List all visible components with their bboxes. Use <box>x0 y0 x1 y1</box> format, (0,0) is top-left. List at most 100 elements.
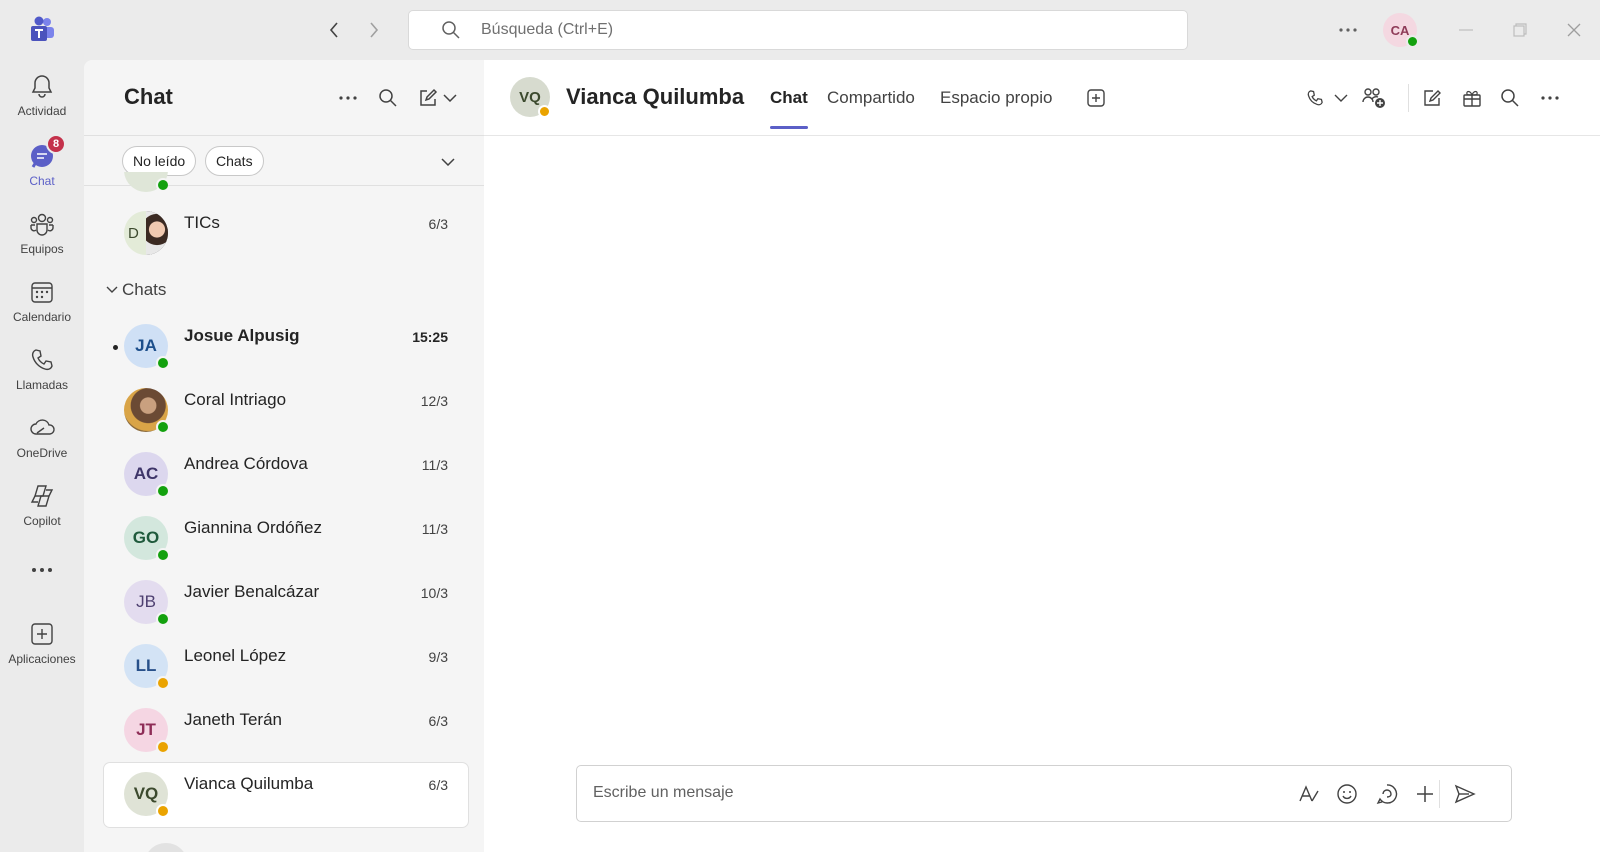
list-item-coral-intriago[interactable]: Coral Intriago 12/3 <box>104 379 468 443</box>
message-composer[interactable]: Escribe un mensaje <box>576 765 1512 822</box>
composer-placeholder: Escribe un mensaje <box>593 784 734 801</box>
more-apps-button[interactable] <box>0 560 84 590</box>
rail-item-aplicaciones[interactable]: Aplicaciones <box>0 614 84 678</box>
chat-time: 9/3 <box>428 649 448 665</box>
chat-name: Vianca Quilumba <box>184 774 314 793</box>
avatar-initials: LL <box>135 656 157 675</box>
rail-label: Calendario <box>12 310 72 324</box>
active-tab-indicator <box>770 126 808 129</box>
list-item-tics[interactable]: D TICs 6/3 <box>104 202 468 266</box>
avatar-initials: VQ <box>519 88 541 106</box>
chat-list-pane: Chat No leído Chats D TICs 6/3 Chats JA … <box>84 60 484 852</box>
list-item-vianca-quilumba[interactable]: VQ Vianca Quilumba 6/3 <box>104 763 468 827</box>
format-text-icon[interactable] <box>1295 780 1323 808</box>
rail-label: OneDrive <box>16 446 68 460</box>
section-label: Chats <box>122 280 167 299</box>
presence-available-icon <box>1406 35 1419 48</box>
restore-icon[interactable] <box>1508 18 1532 42</box>
presence-away-icon <box>156 740 170 754</box>
avatar-initials: JT <box>136 720 156 739</box>
avatar-initials: JB <box>136 592 156 611</box>
send-icon[interactable] <box>1451 780 1479 808</box>
chevron-down-icon <box>106 286 118 293</box>
rail-item-copilot[interactable]: Copilot <box>0 476 84 540</box>
attach-plus-icon[interactable] <box>1411 780 1439 808</box>
chat-list-header: Chat <box>84 60 484 136</box>
search-input[interactable]: Búsqueda (Ctrl+E) <box>408 10 1188 50</box>
loop-component-icon[interactable] <box>1373 780 1401 808</box>
list-item-giannina-ordonez[interactable]: GO Giannina Ordóñez 11/3 <box>104 507 468 571</box>
rail-label: Actividad <box>17 104 67 118</box>
chat-name: Andrea Córdova <box>184 454 308 473</box>
rail-item-actividad[interactable]: Actividad <box>0 66 84 130</box>
list-search-icon[interactable] <box>374 84 402 112</box>
tab-chat[interactable]: Chat <box>770 88 808 108</box>
minimize-icon[interactable] <box>1454 18 1478 42</box>
list-item-janeth-teran[interactable]: JT Janeth Terán 6/3 <box>104 699 468 763</box>
rail-item-chat[interactable]: 8 Chat <box>0 134 84 200</box>
list-item-javier-benalcazar[interactable]: JB Javier Benalcázar 10/3 <box>104 571 468 635</box>
rail-item-llamadas[interactable]: Llamadas <box>0 340 84 404</box>
filter-chats-pill[interactable]: Chats <box>205 146 264 176</box>
back-arrow-icon[interactable] <box>322 18 346 42</box>
chat-name: Coral Intriago <box>184 390 287 409</box>
title-bar: Búsqueda (Ctrl+E) CA <box>0 0 1600 60</box>
tab-espacio-propio[interactable]: Espacio propio <box>940 88 1052 108</box>
list-item-partial[interactable] <box>144 843 188 852</box>
bell-icon <box>28 72 56 100</box>
user-avatar[interactable]: CA <box>1383 13 1419 48</box>
more-options-icon[interactable] <box>1336 18 1360 42</box>
conversation-more-options-icon[interactable] <box>1536 84 1564 112</box>
call-chevron-down-icon[interactable] <box>1327 84 1355 112</box>
conversation-header: VQ Vianca Quilumba Chat Compartido Espac… <box>484 60 1600 136</box>
edit-note-icon[interactable] <box>1418 84 1446 112</box>
section-header-chats[interactable]: Chats <box>106 280 166 300</box>
avatar-initials: GO <box>132 528 160 547</box>
tab-compartido[interactable]: Compartido <box>827 88 915 108</box>
add-people-icon[interactable] <box>1360 84 1388 112</box>
teams-icon <box>28 210 56 238</box>
rail-item-onedrive[interactable]: OneDrive <box>0 408 84 472</box>
user-initials: CA <box>1390 22 1410 38</box>
list-item-andrea-cordova[interactable]: AC Andrea Córdova 11/3 <box>104 443 468 507</box>
presence-available-icon <box>156 484 170 498</box>
chat-name: Josue Alpusig <box>184 326 300 345</box>
close-icon[interactable] <box>1562 18 1586 42</box>
chat-name: Janeth Terán <box>184 710 282 729</box>
avatar-initials: JA <box>135 336 157 355</box>
presence-available-icon <box>156 548 170 562</box>
list-item-partial[interactable] <box>124 172 168 192</box>
rail-label: Chat <box>29 174 55 188</box>
call-icon[interactable] <box>1301 84 1329 112</box>
list-item-josue-alpusig[interactable]: JA Josue Alpusig 15:25 <box>104 315 468 379</box>
copilot-icon <box>28 482 56 510</box>
list-more-options-icon[interactable] <box>334 84 362 112</box>
presence-available-icon <box>156 356 170 370</box>
filter-chevron-down-icon[interactable] <box>436 150 460 174</box>
composer-divider <box>1439 780 1440 808</box>
chat-name: Giannina Ordóñez <box>184 518 322 537</box>
avatar-initials: VQ <box>133 784 159 803</box>
calendar-icon <box>28 278 56 306</box>
conversation-title[interactable]: Vianca Quilumba <box>566 84 744 110</box>
chat-name: TICs <box>184 213 220 232</box>
add-tab-icon[interactable] <box>1082 84 1110 112</box>
presence-away-icon <box>156 676 170 690</box>
avatar-initials: AC <box>133 464 159 483</box>
new-chat-chevron-down-icon[interactable] <box>436 84 464 112</box>
apps-gift-icon[interactable] <box>1458 84 1486 112</box>
list-item-leonel-lopez[interactable]: LL Leonel López 9/3 <box>104 635 468 699</box>
chat-time: 11/3 <box>421 457 448 473</box>
cloud-icon <box>28 414 56 442</box>
group-avatar: D <box>124 211 168 255</box>
rail-item-calendario[interactable]: Calendario <box>0 272 84 336</box>
conversation-search-icon[interactable] <box>1496 84 1524 112</box>
rail-label: Llamadas <box>15 378 69 392</box>
add-apps-icon <box>28 620 56 648</box>
emoji-icon[interactable] <box>1333 780 1361 808</box>
chat-time: 11/3 <box>421 521 448 537</box>
forward-arrow-icon[interactable] <box>362 18 386 42</box>
presence-away-icon <box>156 804 170 818</box>
rail-item-equipos[interactable]: Equipos <box>0 204 84 268</box>
more-horizontal-icon <box>32 568 52 572</box>
